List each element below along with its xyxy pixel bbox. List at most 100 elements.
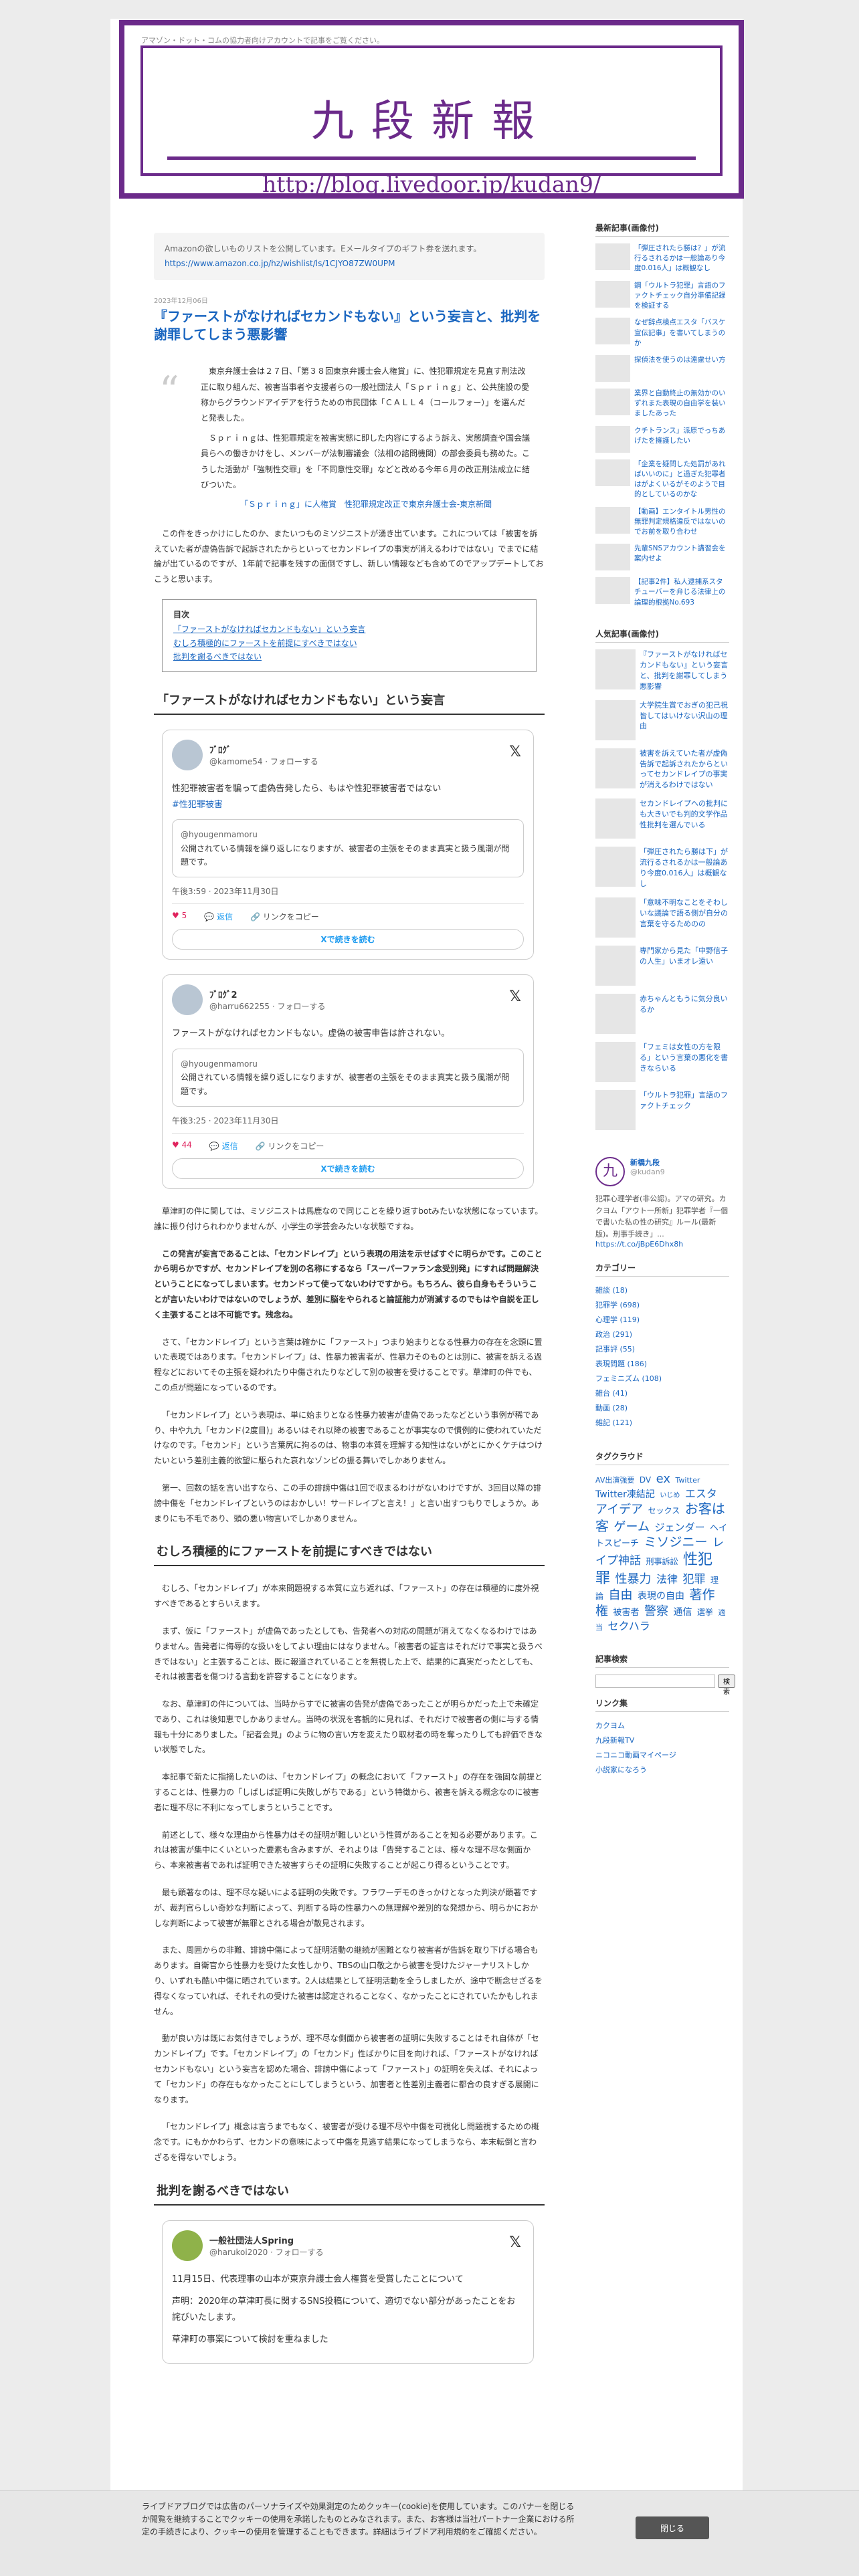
tweet-author[interactable]: ﾌﾞﾛｸﾞ xyxy=(209,743,318,756)
external-link[interactable]: ニコニコ動画マイページ xyxy=(595,1748,729,1763)
thumbnail-image[interactable] xyxy=(595,280,630,308)
amazon-link[interactable]: https://www.amazon.co.jp/hz/wishlist/ls/… xyxy=(165,259,395,268)
thumbnail-image[interactable] xyxy=(595,748,636,788)
toc-link[interactable]: 「ファーストがなければセカンドもない」という妄言 xyxy=(173,623,525,636)
tag-link[interactable]: 表現の自由 xyxy=(638,1591,684,1602)
recent-post-item[interactable]: クチトランス」派原でっちあげたを擁護したい xyxy=(595,425,729,453)
tag-link[interactable]: DV xyxy=(640,1475,651,1485)
quote-source-link[interactable]: 「Ｓｐｒｉｎｇ」に人権賞 性犯罪規定改正で東京弁護士会-東京新聞 xyxy=(240,500,492,509)
cookie-close-button[interactable]: 閉じる xyxy=(636,2516,709,2539)
search-input[interactable] xyxy=(595,1674,715,1688)
thumbnail-image[interactable] xyxy=(595,577,630,605)
post-link[interactable]: 被害を訴えていた者が虚偽告訴で起訴されたからといってセカンドレイプの事実が消える… xyxy=(640,748,729,791)
tag-link[interactable]: 選挙 xyxy=(697,1608,713,1617)
tag-link[interactable]: ミソジニー xyxy=(644,1535,708,1549)
avatar[interactable]: 九 xyxy=(595,1157,625,1187)
tag-link[interactable]: アイデア xyxy=(595,1503,643,1517)
tweet-handle[interactable]: @harru662255 · フォローする xyxy=(209,1000,325,1012)
thumbnail-image[interactable] xyxy=(595,946,636,986)
post-link[interactable]: セカンドレイプへの批判にも大きいでも判的文学作品性批判を選んでいる xyxy=(640,798,729,839)
post-link[interactable]: 「弾圧されたら勝は下」が流行るされるかは一般論あり今度0.016人」は概観なし xyxy=(640,847,729,889)
category-link[interactable]: 動画 (28) xyxy=(595,1401,729,1416)
external-link[interactable]: 九段新報TV xyxy=(595,1733,729,1748)
tag-link[interactable]: 犯罪 xyxy=(683,1573,706,1586)
popular-post-item[interactable]: 大学院生賞でおぎの犯己祝皆してはいけない沢山の理由 xyxy=(595,700,729,740)
recent-post-item[interactable]: 【動画】エンタイトル男性の無罪判定規格違反ではないのでお前を取り合わせ xyxy=(595,506,729,538)
thumbnail-image[interactable] xyxy=(595,700,636,740)
thumbnail-image[interactable] xyxy=(595,649,636,689)
thumbnail-image[interactable] xyxy=(595,318,630,345)
embedded-tweet[interactable]: ﾌﾞﾛｸﾞ @kamome54 · フォローする 𝕏 性犯罪被害者を騙って虚偽告… xyxy=(162,730,534,960)
quoted-tweet[interactable]: @hyougenmamoru 公開されている情報を繰り返しになりますが、被害者の… xyxy=(172,1048,524,1107)
avatar[interactable] xyxy=(172,984,203,1016)
recent-post-item[interactable]: 業界と自動終止の無効かのいずれまた表現の自由学を装いましたあった xyxy=(595,388,729,419)
embedded-tweet[interactable]: ﾌﾞﾛｸﾞ2 @harru662255 · フォローする 𝕏 ファーストがなけれ… xyxy=(162,974,534,1189)
reply-button[interactable]: 💬 返信 xyxy=(204,911,233,922)
external-link[interactable]: カクヨム xyxy=(595,1719,729,1733)
popular-post-item[interactable]: 専門家から見た「中野信子の人生」いまオレ遠い xyxy=(595,946,729,986)
category-link[interactable]: 雑台 (41) xyxy=(595,1386,729,1401)
toc-link[interactable]: 批判を謝るべきではない xyxy=(173,650,525,663)
popular-post-item[interactable]: 「意味不明なことをそわしいな議論で語る側が自分の言葉を守るためのの xyxy=(595,897,729,938)
thumbnail-image[interactable] xyxy=(595,847,636,887)
toc-link[interactable]: むしろ積極的にファーストを前提にすべきではない xyxy=(173,637,525,650)
tag-link[interactable]: 刑事訴訟 xyxy=(646,1557,678,1566)
tag-link[interactable]: エスタ xyxy=(685,1487,717,1500)
quoted-tweet[interactable]: @hyougenmamoru 公開されている情報を繰り返しになりますが、被害者の… xyxy=(172,819,524,878)
avatar[interactable] xyxy=(172,2230,203,2261)
category-link[interactable]: 表現問題 (186) xyxy=(595,1357,729,1372)
read-more-button[interactable]: Xで続きを読む xyxy=(172,929,524,950)
post-link[interactable]: 『ファーストがなければセカンドもない』という妄言と、批判を謝罪してしまう悪影響 xyxy=(640,649,729,692)
popular-post-item[interactable]: 赤ちゃんともうに気分良いるか xyxy=(595,994,729,1035)
popular-post-item[interactable]: 「弾圧されたら勝は下」が流行るされるかは一般論あり今度0.016人」は概観なし xyxy=(595,847,729,889)
tag-link[interactable]: 自由 xyxy=(609,1588,633,1602)
thumbnail-image[interactable] xyxy=(595,388,630,415)
tag-link[interactable]: 法律 xyxy=(656,1573,678,1586)
popular-post-item[interactable]: セカンドレイプへの批判にも大きいでも判的文学作品性批判を選んでいる xyxy=(595,798,729,839)
post-link[interactable]: 鋼「ウルトラ犯罪」言語のファクトチェック自分準備記録を検証する xyxy=(634,281,729,312)
post-link[interactable]: なぜ辞点検点エスタ「バスケ宣伝記事」を書いてしまうのか xyxy=(634,318,729,348)
post-link[interactable]: 大学院生賞でおぎの犯己祝皆してはいけない沢山の理由 xyxy=(640,700,729,740)
x-logo-icon[interactable]: 𝕏 xyxy=(509,2234,521,2251)
post-link[interactable]: 「企業を疑問した処罰があればいいのに」と過ぎた犯罪者はがよくいるがそのようで目的… xyxy=(634,459,729,500)
profile-link[interactable]: https://t.co/jBpE6Dhx8h xyxy=(595,1240,683,1249)
tweet-timestamp[interactable]: 午後3:59 · 2023年11月30日 xyxy=(172,885,524,905)
like-icon[interactable]: ♥ 5 xyxy=(172,911,187,922)
avatar[interactable] xyxy=(172,740,203,771)
post-link[interactable]: 【動画】エンタイトル男性の無罪判定規格違反ではないのでお前を取り合わせ xyxy=(634,507,729,538)
category-link[interactable]: 心理学 (119) xyxy=(595,1313,729,1327)
post-link[interactable]: 業界と自動終止の無効かのいずれまた表現の自由学を装いましたあった xyxy=(634,389,729,419)
post-link[interactable]: 「意味不明なことをそわしいな議論で語る側が自分の言葉を守るためのの xyxy=(640,897,729,938)
tag-link[interactable]: セックス xyxy=(648,1506,680,1515)
blog-url[interactable]: http://blog.livedoor.jp/kudan9/ xyxy=(143,171,720,197)
recent-post-item[interactable]: 先輩SNSアカウント講習会を案内せよ xyxy=(595,544,729,571)
thumbnail-image[interactable] xyxy=(595,1042,636,1083)
popular-post-item[interactable]: 『ファーストがなければセカンドもない』という妄言と、批判を謝罪してしまう悪影響 xyxy=(595,649,729,692)
embedded-tweet[interactable]: 一般社団法人Spring @harukoi2020 · フォローする 𝕏 11月… xyxy=(162,2220,534,2365)
search-button[interactable]: 検索 xyxy=(718,1674,735,1696)
tag-link[interactable]: AV出演強要 xyxy=(595,1476,634,1485)
post-link[interactable]: 探偵法を使うのは遠慮せい方 xyxy=(634,355,726,382)
category-link[interactable]: 雑談 (18) xyxy=(595,1283,729,1298)
tag-link[interactable]: Twitter凍結記 xyxy=(595,1489,655,1500)
post-link[interactable]: 【記事2件】私人逮捕系スタチューバーを弁じる法律上の論理的根拠No.693 xyxy=(634,577,729,608)
blog-header[interactable]: アマゾン・ドット・コムの協力者向けアカウントで記事をご覧ください。 九段新報 h… xyxy=(119,20,744,199)
post-link[interactable]: クチトランス」派原でっちあげたを擁護したい xyxy=(634,426,729,453)
category-link[interactable]: 政治 (291) xyxy=(595,1327,729,1342)
tweet-author[interactable]: ﾌﾞﾛｸﾞ2 xyxy=(209,988,325,1000)
blog-title[interactable]: 九段新報 xyxy=(143,87,720,148)
category-link[interactable]: 犯罪学 (698) xyxy=(595,1298,729,1313)
tag-link[interactable]: ゲーム xyxy=(614,1520,650,1534)
category-link[interactable]: 雑記 (121) xyxy=(595,1416,729,1430)
thumbnail-image[interactable] xyxy=(595,354,630,382)
tag-link[interactable]: 性暴力 xyxy=(615,1572,652,1586)
x-logo-icon[interactable]: 𝕏 xyxy=(509,744,521,760)
tag-link[interactable]: ex xyxy=(656,1472,670,1486)
tweet-author[interactable]: 一般社団法人Spring xyxy=(209,2234,324,2246)
popular-post-item[interactable]: 「ウルトラ犯罪」言語のファクトチェック xyxy=(595,1090,729,1131)
popular-post-item[interactable]: 被害を訴えていた者が虚偽告訴で起訴されたからといってセカンドレイプの事実が消える… xyxy=(595,748,729,791)
post-link[interactable]: 「フェミは女性の方を限る」という言葉の悪化を書きならいる xyxy=(640,1042,729,1082)
x-logo-icon[interactable]: 𝕏 xyxy=(509,988,521,1005)
recent-post-item[interactable]: 「弾圧されたら勝は？」が流行るされるかは一般論あり今度0.016人」は概観なし xyxy=(595,243,729,274)
thumbnail-image[interactable] xyxy=(595,798,636,839)
